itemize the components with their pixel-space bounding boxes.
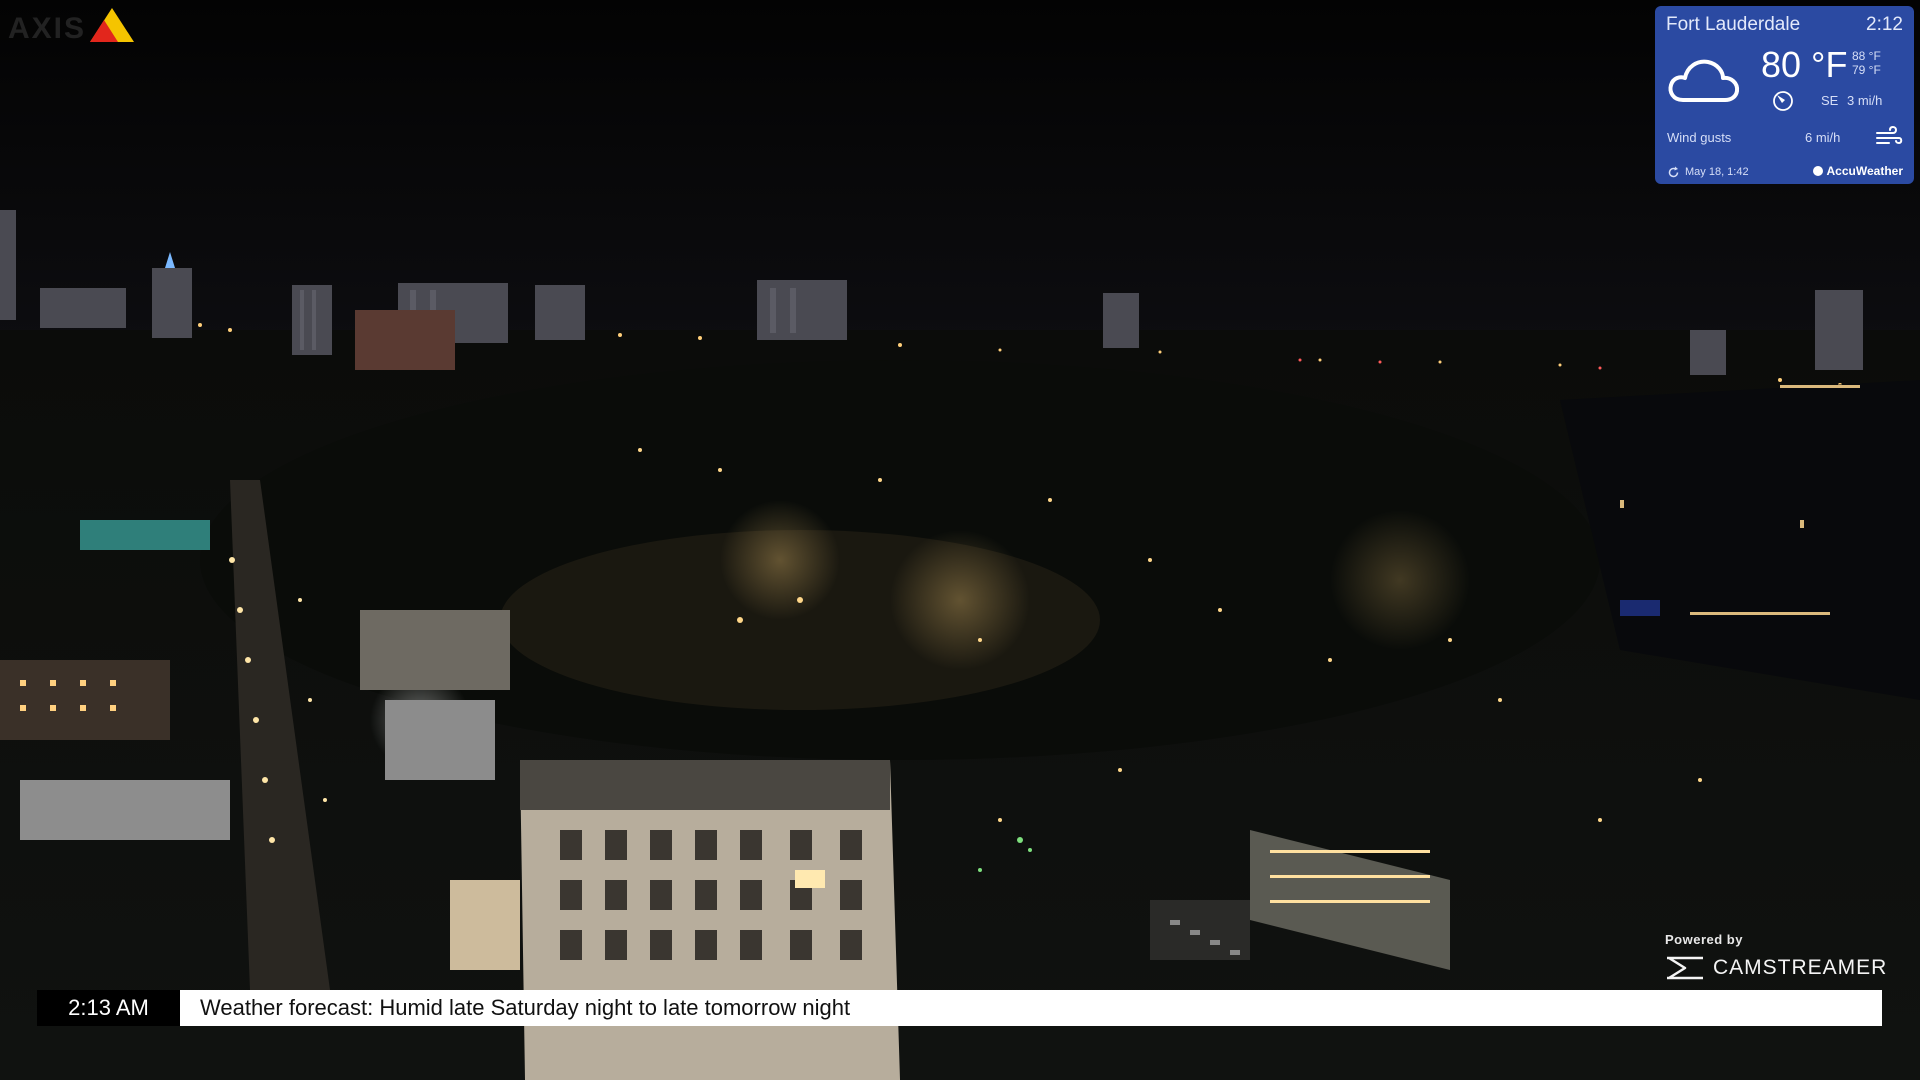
weather-wind-speed: 3 mi/h bbox=[1847, 93, 1883, 108]
weather-provider-name: AccuWeather bbox=[1826, 164, 1903, 178]
weather-updated: May 18, 1:42 bbox=[1685, 166, 1749, 178]
camstreamer-logo: CAMSTREAMER bbox=[1665, 955, 1887, 981]
axis-triangle-icon bbox=[90, 8, 134, 42]
ticker-message: Weather forecast: Humid late Saturday ni… bbox=[180, 990, 1882, 1026]
refresh-icon bbox=[1668, 166, 1679, 178]
weather-city: Fort Lauderdale bbox=[1666, 14, 1801, 35]
accuweather-logo-icon bbox=[1812, 166, 1823, 176]
camstreamer-brand-text: CAMSTREAMER bbox=[1713, 956, 1888, 979]
powered-by-label: Powered by bbox=[1665, 932, 1743, 947]
weather-gusts-label: Wind gusts bbox=[1667, 130, 1732, 145]
city-night-image bbox=[0, 0, 1920, 1080]
ticker-time: 2:13 AM bbox=[37, 990, 180, 1026]
weather-temperature: 80 °F bbox=[1761, 44, 1848, 85]
cloud-icon bbox=[1668, 59, 1740, 102]
camstreamer-icon bbox=[1667, 956, 1703, 980]
weather-wind-direction: SE bbox=[1821, 93, 1839, 108]
weather-widget: Fort Lauderdale 2:12 80 °F 88 °F 79 °F S… bbox=[1655, 6, 1914, 184]
webcam-view bbox=[0, 0, 1920, 1080]
wind-icon bbox=[1876, 125, 1903, 145]
axis-logo: AXIS bbox=[8, 6, 138, 46]
powered-by: Powered by CAMSTREAMER bbox=[1665, 932, 1887, 981]
news-ticker: 2:13 AM Weather forecast: Humid late Sat… bbox=[37, 990, 1882, 1026]
weather-low: 79 °F bbox=[1852, 63, 1881, 77]
weather-provider: AccuWeather bbox=[1812, 164, 1903, 178]
wind-direction-icon bbox=[1773, 91, 1793, 111]
weather-gusts-value: 6 mi/h bbox=[1805, 130, 1841, 145]
weather-time: 2:12 bbox=[1866, 14, 1903, 35]
axis-logo-text: AXIS bbox=[8, 12, 87, 45]
weather-high: 88 °F bbox=[1852, 49, 1881, 63]
